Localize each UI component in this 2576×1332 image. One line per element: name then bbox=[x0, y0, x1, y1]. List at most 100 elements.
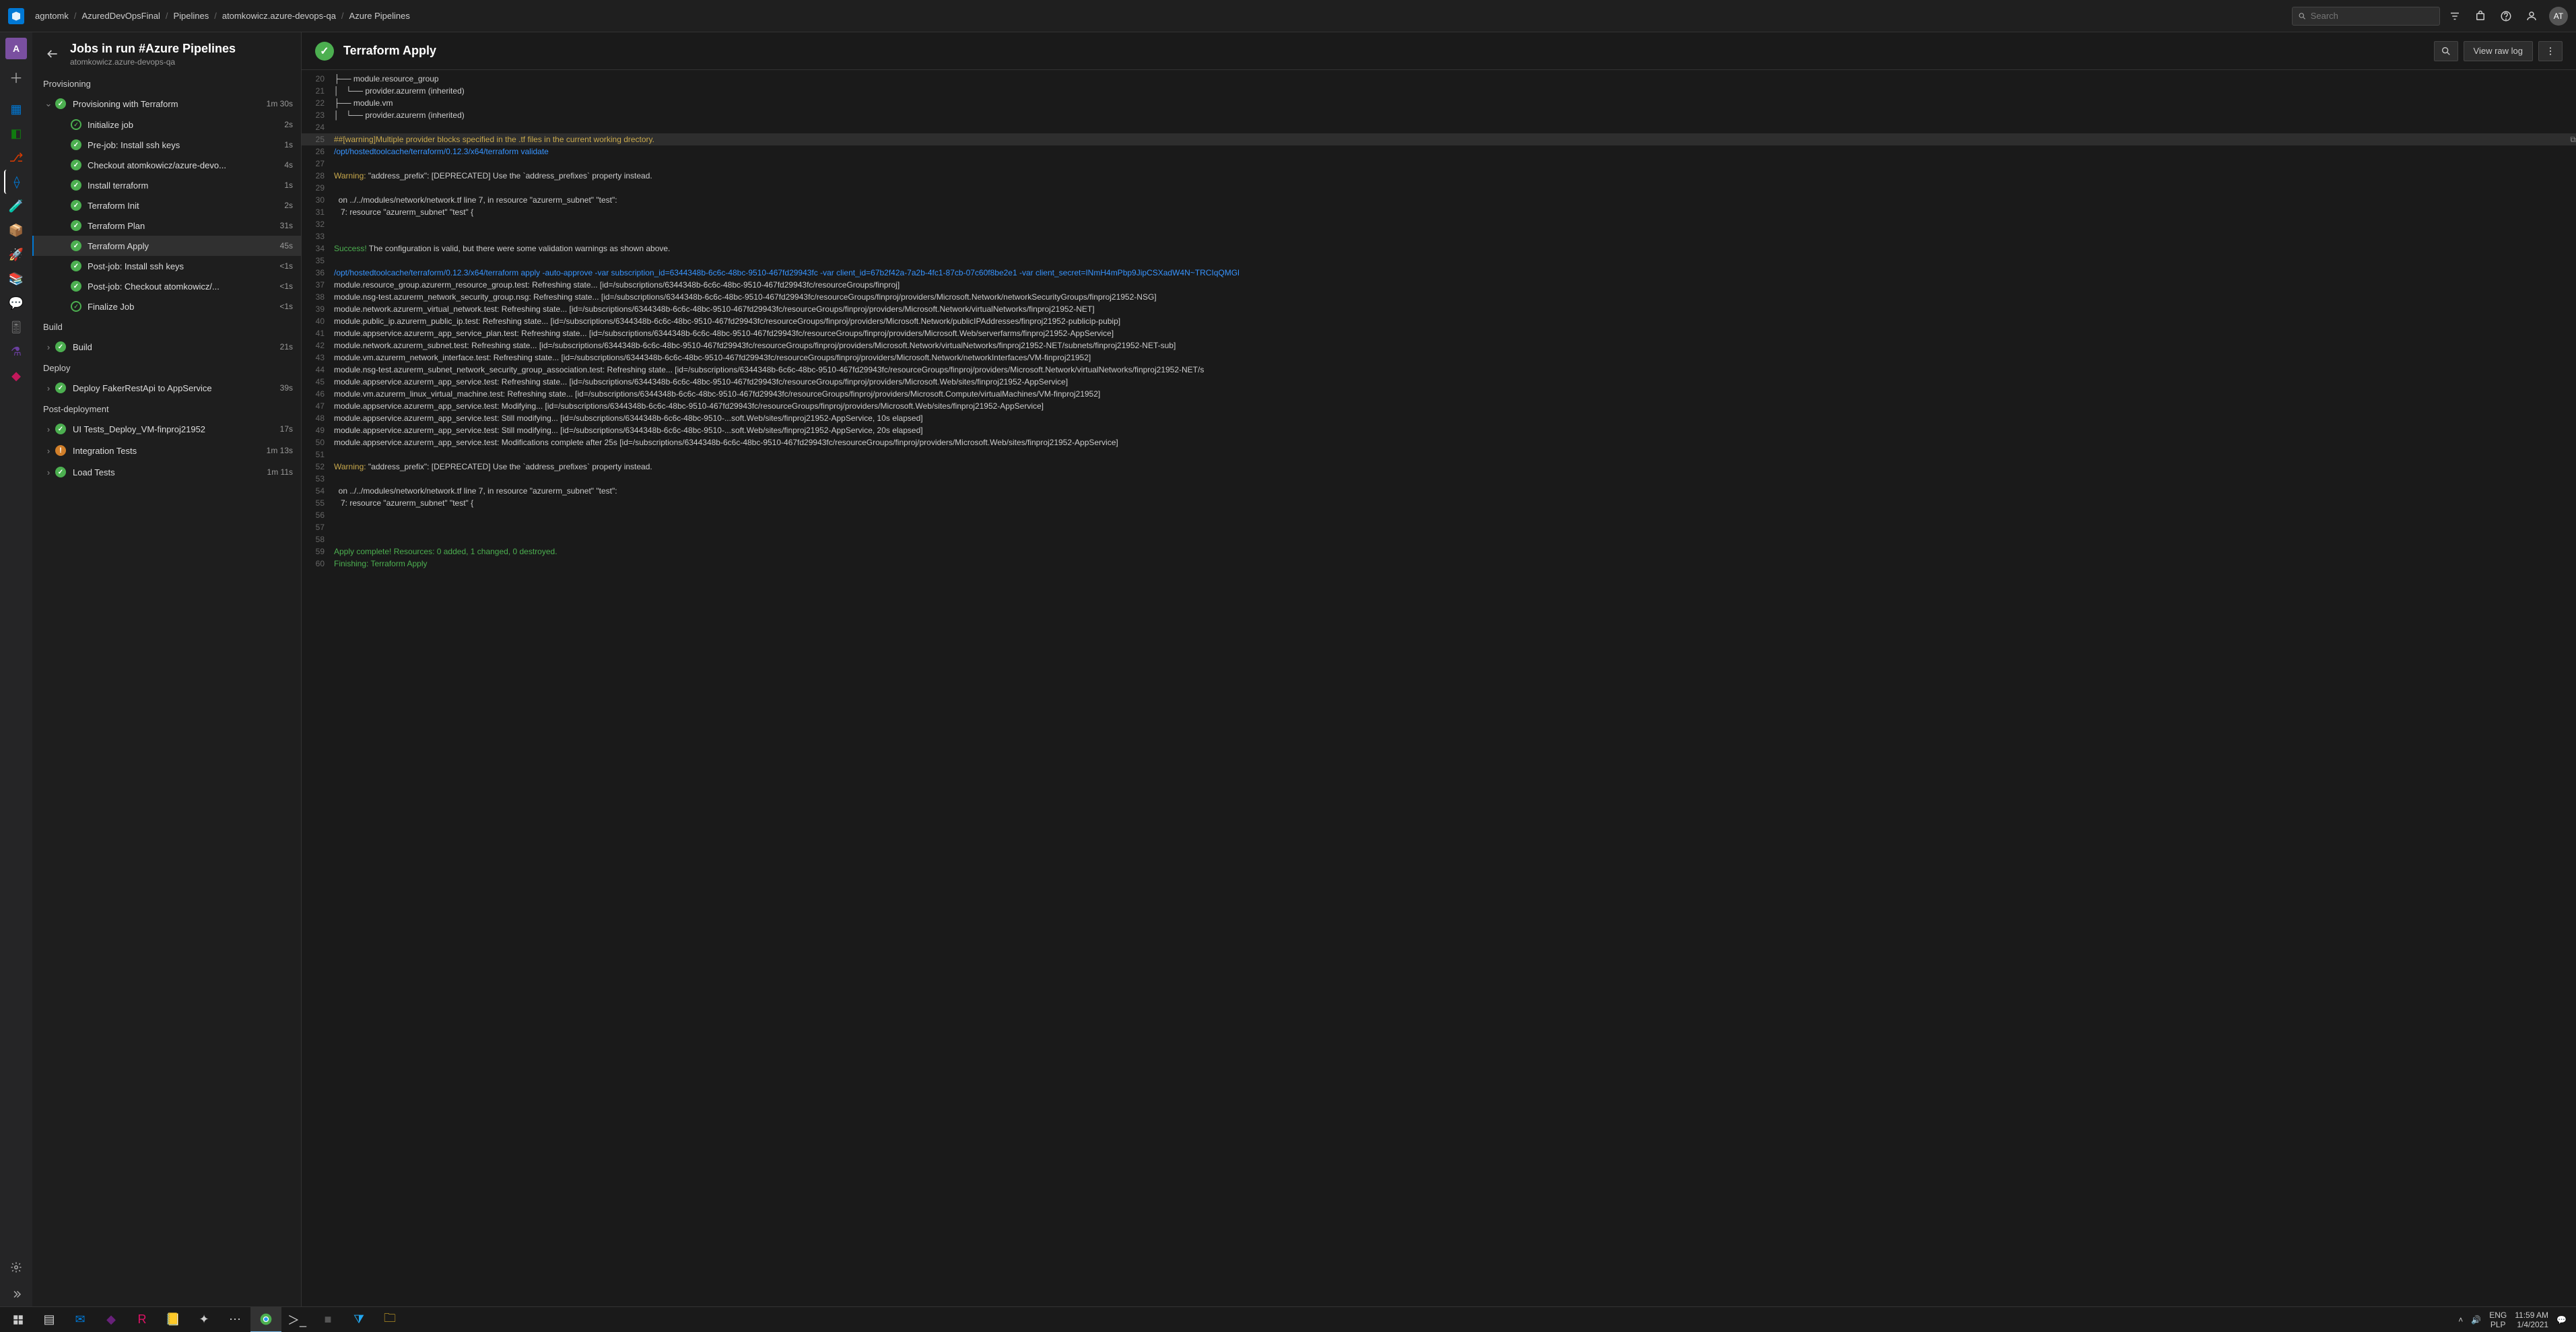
log-line: 29 bbox=[302, 182, 2576, 194]
log-body[interactable]: 20├── module.resource_group21│ └── provi… bbox=[302, 70, 2576, 1306]
log-line: 44module.nsg-test.azurerm_subnet_network… bbox=[302, 364, 2576, 376]
step-label: Checkout atomkowicz/azure-devo... bbox=[88, 160, 279, 170]
log-line: 28Warning: "address_prefix": [DEPRECATED… bbox=[302, 170, 2576, 182]
step-label: Initialize job bbox=[88, 120, 279, 130]
job-row[interactable]: ›Deploy FakerRestApi to AppService39s bbox=[32, 377, 301, 399]
slider-icon[interactable]: 🎚 bbox=[4, 315, 28, 339]
step-row[interactable]: Post-job: Checkout atomkowicz/... <1s bbox=[32, 276, 301, 296]
collapse-rail-icon[interactable] bbox=[4, 1282, 28, 1306]
filter-icon[interactable] bbox=[2444, 5, 2466, 27]
task-view-icon[interactable]: ▤ bbox=[34, 1307, 65, 1332]
vscode-icon[interactable]: ⧩ bbox=[343, 1307, 374, 1332]
job-row[interactable]: ⌄Provisioning with Terraform1m 30s bbox=[32, 93, 301, 114]
copy-icon[interactable]: ⧉ bbox=[2570, 133, 2576, 145]
step-row[interactable]: Pre-job: Install ssh keys1s bbox=[32, 135, 301, 155]
user-settings-icon[interactable] bbox=[2521, 5, 2542, 27]
terminal-icon[interactable]: ＞_ bbox=[281, 1307, 312, 1332]
log-search-button[interactable] bbox=[2434, 41, 2458, 61]
job-label: Provisioning with Terraform bbox=[73, 99, 261, 109]
books-icon[interactable]: 📚 bbox=[4, 267, 28, 291]
jobs-title: Jobs in run #Azure Pipelines bbox=[70, 42, 236, 56]
tray-volume-icon[interactable]: 🔊 bbox=[2471, 1315, 2481, 1325]
step-row[interactable]: Terraform Plan31s bbox=[32, 215, 301, 236]
step-row[interactable]: Install terraform1s bbox=[32, 175, 301, 195]
step-row[interactable]: Initialize job2s bbox=[32, 114, 301, 135]
step-label: Terraform Plan bbox=[88, 221, 275, 231]
log-area: Terraform Apply View raw log 20├── modul… bbox=[302, 32, 2576, 1306]
step-row[interactable]: Terraform Apply45s bbox=[32, 236, 301, 256]
step-label: Terraform Init bbox=[88, 201, 279, 211]
project-tile[interactable]: A bbox=[5, 38, 27, 59]
artifacts-icon[interactable]: 📦 bbox=[4, 218, 28, 242]
log-line: 43module.vm.azurerm_network_interface.te… bbox=[302, 352, 2576, 364]
project-rail: A ＋ ▦◧⎇⟠🧪📦🚀📚💬🎚⚗◆ bbox=[0, 32, 32, 1306]
language-indicator[interactable]: ENGPLP bbox=[2489, 1310, 2507, 1329]
step-label: Post-job: Checkout atomkowicz/... bbox=[88, 281, 274, 292]
log-line: 21│ └── provider.azurerm (inherited) bbox=[302, 85, 2576, 97]
view-raw-log-button[interactable]: View raw log bbox=[2464, 41, 2533, 61]
job-label: Build bbox=[73, 342, 275, 352]
notifications-icon[interactable]: 💬 bbox=[2556, 1315, 2567, 1325]
log-line: 36/opt/hostedtoolcache/terraform/0.12.3/… bbox=[302, 267, 2576, 279]
explorer-icon[interactable]: 🗀 bbox=[374, 1307, 405, 1332]
notes-icon[interactable]: 📒 bbox=[158, 1307, 189, 1332]
log-more-button[interactable] bbox=[2538, 41, 2563, 61]
slack-icon[interactable]: ✦ bbox=[189, 1307, 219, 1332]
log-line: 50module.appservice.azurerm_app_service.… bbox=[302, 436, 2576, 448]
tray-chevron-icon[interactable]: ˄ bbox=[2458, 1315, 2463, 1325]
rocket-icon[interactable]: 🚀 bbox=[4, 242, 28, 267]
breadcrumb-item[interactable]: atomkowicz.azure-devops-qa bbox=[222, 11, 336, 21]
vs-icon[interactable]: ◆ bbox=[96, 1307, 127, 1332]
back-arrow-icon[interactable] bbox=[43, 44, 62, 63]
windows-taskbar: ▤ ✉ ◆ R 📒 ✦ ⋯ ＞_ ■ ⧩ 🗀 ˄ 🔊 ENGPLP 11:59 … bbox=[0, 1306, 2576, 1332]
log-line: 40module.public_ip.azurerm_public_ip.tes… bbox=[302, 315, 2576, 327]
avatar[interactable]: AT bbox=[2549, 7, 2568, 26]
pink-icon[interactable]: ◆ bbox=[4, 364, 28, 388]
job-row[interactable]: ›Load Tests1m 11s bbox=[32, 461, 301, 483]
breadcrumb-item[interactable]: agntomk bbox=[35, 11, 69, 21]
log-line: 33 bbox=[302, 230, 2576, 242]
azure-devops-logo[interactable] bbox=[8, 8, 24, 24]
log-line: 52Warning: "address_prefix": [DEPRECATED… bbox=[302, 461, 2576, 473]
chat-icon[interactable]: 💬 bbox=[4, 291, 28, 315]
search-input[interactable] bbox=[2292, 7, 2440, 26]
log-line: 49module.appservice.azurerm_app_service.… bbox=[302, 424, 2576, 436]
flask-icon[interactable]: ⚗ bbox=[4, 339, 28, 364]
add-project-icon[interactable]: ＋ bbox=[5, 66, 27, 88]
job-row[interactable]: ›Build21s bbox=[32, 336, 301, 358]
job-row[interactable]: ›UI Tests_Deploy_VM-finproj2195217s bbox=[32, 418, 301, 440]
log-title: Terraform Apply bbox=[343, 44, 2434, 58]
pipelines-icon[interactable]: ⟠ bbox=[4, 170, 28, 194]
repos-icon[interactable]: ⎇ bbox=[4, 145, 28, 170]
cmd-icon[interactable]: ■ bbox=[312, 1307, 343, 1332]
clock[interactable]: 11:59 AM1/4/2021 bbox=[2515, 1310, 2548, 1329]
more-apps-icon[interactable]: ⋯ bbox=[219, 1307, 250, 1332]
chrome-icon[interactable] bbox=[250, 1307, 281, 1332]
testplans-icon[interactable]: 🧪 bbox=[4, 194, 28, 218]
outlook-icon[interactable]: ✉ bbox=[65, 1307, 96, 1332]
boards-icon[interactable]: ◧ bbox=[4, 121, 28, 145]
step-duration: 1s bbox=[284, 140, 293, 149]
step-row[interactable]: Terraform Init2s bbox=[32, 195, 301, 215]
marketplace-icon[interactable] bbox=[2470, 5, 2491, 27]
job-label: Integration Tests bbox=[73, 446, 261, 456]
breadcrumb-item[interactable]: Azure Pipelines bbox=[349, 11, 410, 21]
overview-icon[interactable]: ▦ bbox=[4, 97, 28, 121]
step-label: Finalize Job bbox=[88, 302, 274, 312]
step-row[interactable]: Post-job: Install ssh keys<1s bbox=[32, 256, 301, 276]
settings-icon[interactable] bbox=[4, 1255, 28, 1279]
start-menu-icon[interactable] bbox=[3, 1307, 34, 1332]
job-row[interactable]: ›Integration Tests1m 13s bbox=[32, 440, 301, 461]
log-line: 35 bbox=[302, 255, 2576, 267]
step-duration: <1s bbox=[279, 281, 293, 291]
breadcrumb-item[interactable]: AzuredDevOpsFinal bbox=[82, 11, 160, 21]
log-line: 46module.vm.azurerm_linux_virtual_machin… bbox=[302, 388, 2576, 400]
step-row[interactable]: Checkout atomkowicz/azure-devo...4s bbox=[32, 155, 301, 175]
rider-icon[interactable]: R bbox=[127, 1307, 158, 1332]
log-line: 37module.resource_group.azurerm_resource… bbox=[302, 279, 2576, 291]
job-duration: 21s bbox=[280, 342, 293, 352]
breadcrumb-item[interactable]: Pipelines bbox=[173, 11, 209, 21]
job-duration: 1m 13s bbox=[267, 446, 293, 455]
step-row[interactable]: Finalize Job<1s bbox=[32, 296, 301, 317]
help-icon[interactable] bbox=[2495, 5, 2517, 27]
